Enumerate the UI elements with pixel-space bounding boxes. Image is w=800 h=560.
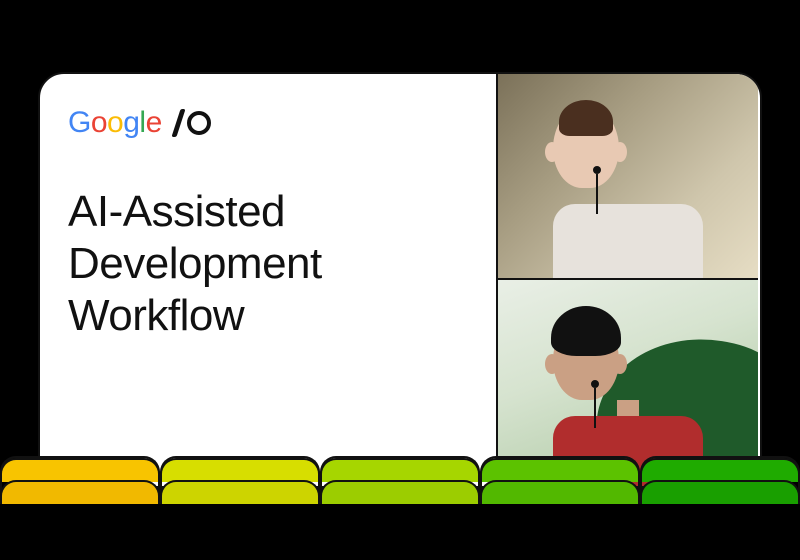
rail-seg-5 xyxy=(640,456,800,504)
io-slash-icon xyxy=(171,109,185,137)
color-rail xyxy=(0,456,800,504)
rail-seg-1 xyxy=(0,456,160,504)
logo-row: Google xyxy=(68,102,468,144)
google-logo: Google xyxy=(68,106,162,140)
head-icon xyxy=(553,318,619,400)
io-logo xyxy=(176,109,211,137)
rail-seg-3 xyxy=(320,456,480,504)
session-title: AI-Assisted Development Workflow xyxy=(68,186,468,342)
title-line-3: Workflow xyxy=(68,290,468,342)
io-o-icon xyxy=(187,111,211,135)
left-panel: Google AI-Assisted Development Workflow xyxy=(40,74,498,486)
title-line-1: AI-Assisted xyxy=(68,186,468,238)
card-grid: Google AI-Assisted Development Workflow xyxy=(40,74,760,486)
mic-icon xyxy=(593,166,601,174)
rail-seg-4 xyxy=(480,456,640,504)
thumbnail-stage: Google AI-Assisted Development Workflow xyxy=(0,0,800,560)
head-icon xyxy=(553,106,619,188)
speaker-1 xyxy=(553,106,703,280)
mic-icon xyxy=(591,380,599,388)
rail-seg-2 xyxy=(160,456,320,504)
content-card: Google AI-Assisted Development Workflow xyxy=(38,72,762,488)
title-line-2: Development xyxy=(68,238,468,290)
speaker-panel-top xyxy=(498,74,758,280)
